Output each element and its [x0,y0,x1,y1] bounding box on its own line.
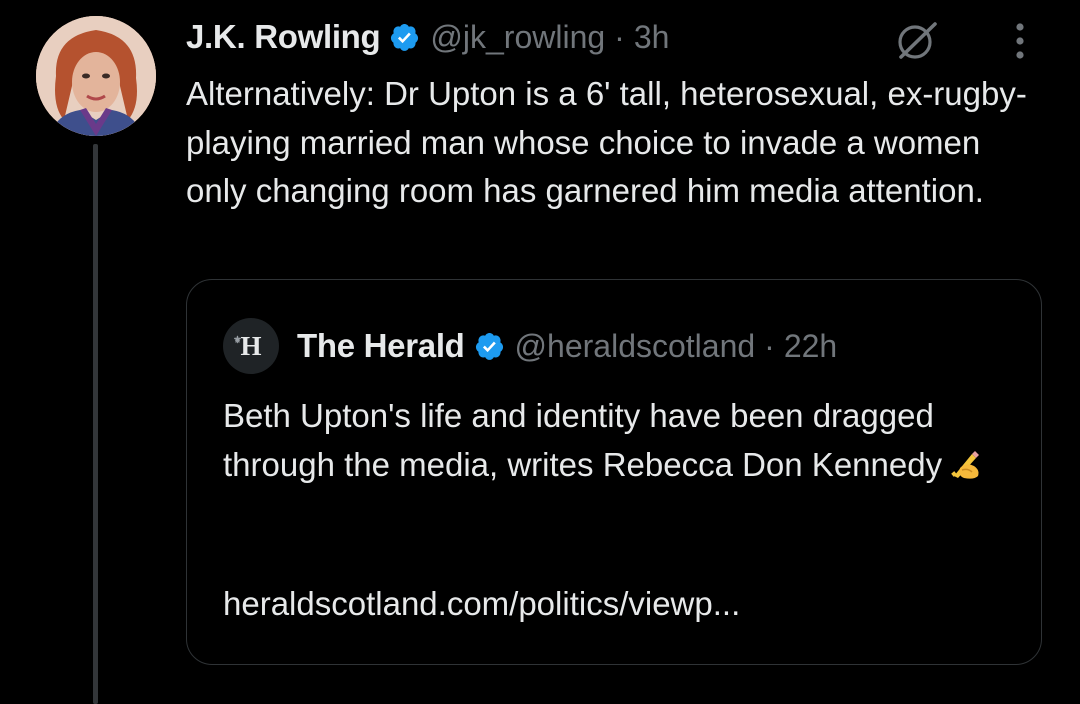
quoted-tweet-text: Beth Upton's life and identity have been… [223,392,1023,489]
separator-dot: · [764,327,775,364]
author-avatar-image [36,16,156,136]
tweet-timestamp[interactable]: 3h [634,19,670,56]
quoted-tweet-header: ⚜ H The Herald @heraldscotland · 22h [223,317,837,375]
author-avatar[interactable] [36,16,156,136]
author-handle[interactable]: @jk_rowling [430,19,605,56]
author-name[interactable]: J.K. Rowling [186,18,381,56]
grok-icon[interactable] [893,18,941,64]
tweet-header: J.K. Rowling @jk_rowling · 3h [186,14,669,60]
writing-hand-emoji [948,446,984,482]
thread-line [93,144,98,704]
quoted-tweet-timestamp[interactable]: 22h [784,328,837,365]
quoted-author-handle[interactable]: @heraldscotland [515,328,756,365]
crest-icon: ⚜ [233,335,242,346]
quoted-author-avatar[interactable]: ⚜ H [223,318,279,374]
quoted-tweet-body: Beth Upton's life and identity have been… [223,397,943,483]
separator-dot: · [614,18,625,55]
tweet[interactable]: J.K. Rowling @jk_rowling · 3h Alternativ… [0,0,1080,704]
quoted-tweet-card[interactable]: ⚜ H The Herald @heraldscotland · 22h Bet… [186,279,1042,665]
quoted-avatar-letter: H [240,330,262,361]
quoted-author-name[interactable]: The Herald [297,327,465,365]
quoted-tweet-link[interactable]: heraldscotland.com/politics/viewp... [223,585,740,623]
more-options-icon[interactable] [1008,18,1032,64]
tweet-text: Alternatively: Dr Upton is a 6' tall, he… [186,75,1027,209]
verified-badge-icon [389,22,420,53]
verified-badge-icon [474,331,505,362]
